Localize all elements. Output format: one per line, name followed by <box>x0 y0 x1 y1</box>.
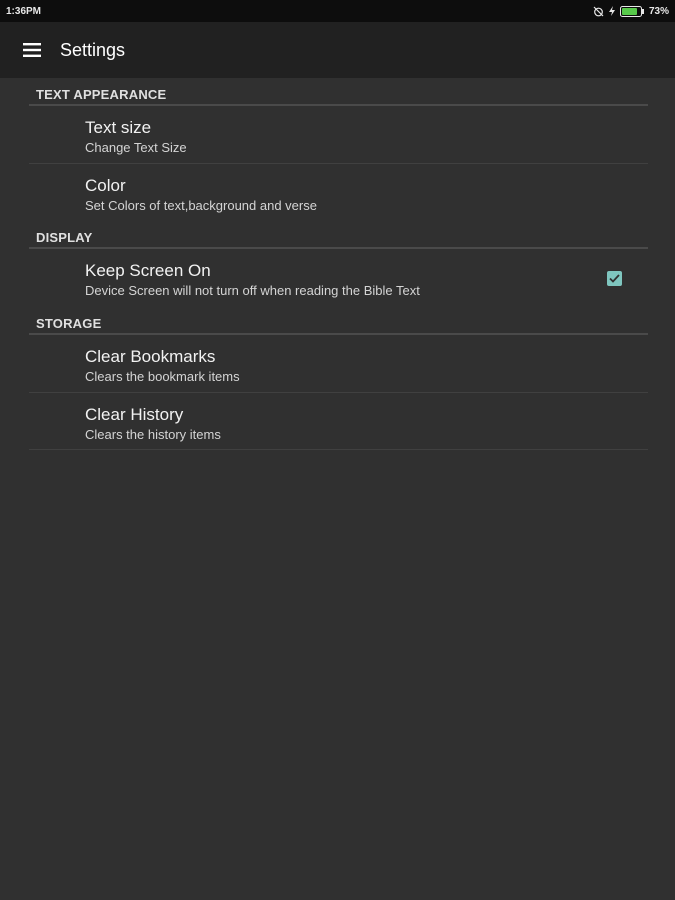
settings-list: TEXT APPEARANCE Text size Change Text Si… <box>29 78 648 450</box>
alarm-off-icon <box>593 6 604 17</box>
pref-title: Color <box>85 176 126 195</box>
status-time: 1:36PM <box>6 5 42 17</box>
hamburger-menu-icon[interactable] <box>22 42 42 58</box>
pref-keep-screen-on[interactable]: Keep Screen On Device Screen will not tu… <box>29 249 648 307</box>
section-header-text-appearance: TEXT APPEARANCE <box>29 78 648 106</box>
section-header-display: DISPLAY <box>29 221 648 249</box>
pref-color[interactable]: Color Set Colors of text,background and … <box>29 164 648 221</box>
pref-summary: Clears the history items <box>85 427 221 442</box>
pref-title: Text size <box>85 118 152 137</box>
pref-title: Keep Screen On <box>85 261 211 280</box>
pref-title: Clear Bookmarks <box>85 347 216 366</box>
pref-summary: Device Screen will not turn off when rea… <box>85 283 420 298</box>
charging-icon <box>608 6 615 16</box>
app-bar: Settings <box>0 22 675 78</box>
page-title: Settings <box>60 39 126 60</box>
pref-summary: Clears the bookmark items <box>85 369 240 384</box>
pref-title: Clear History <box>85 405 184 424</box>
pref-text-size[interactable]: Text size Change Text Size <box>29 106 648 164</box>
section-header-storage: STORAGE <box>29 307 648 335</box>
pref-summary: Change Text Size <box>85 140 187 155</box>
battery-percent: 73% <box>648 5 669 17</box>
pref-clear-bookmarks[interactable]: Clear Bookmarks Clears the bookmark item… <box>29 335 648 393</box>
pref-clear-history[interactable]: Clear History Clears the history items <box>29 393 648 450</box>
status-icons: 73% <box>593 5 669 17</box>
checkmark-icon <box>609 274 620 283</box>
battery-icon <box>619 5 644 17</box>
pref-summary: Set Colors of text,background and verse <box>85 198 317 213</box>
keep-screen-on-checkbox[interactable] <box>607 271 622 286</box>
status-bar: 1:36PM 73% <box>0 0 675 22</box>
